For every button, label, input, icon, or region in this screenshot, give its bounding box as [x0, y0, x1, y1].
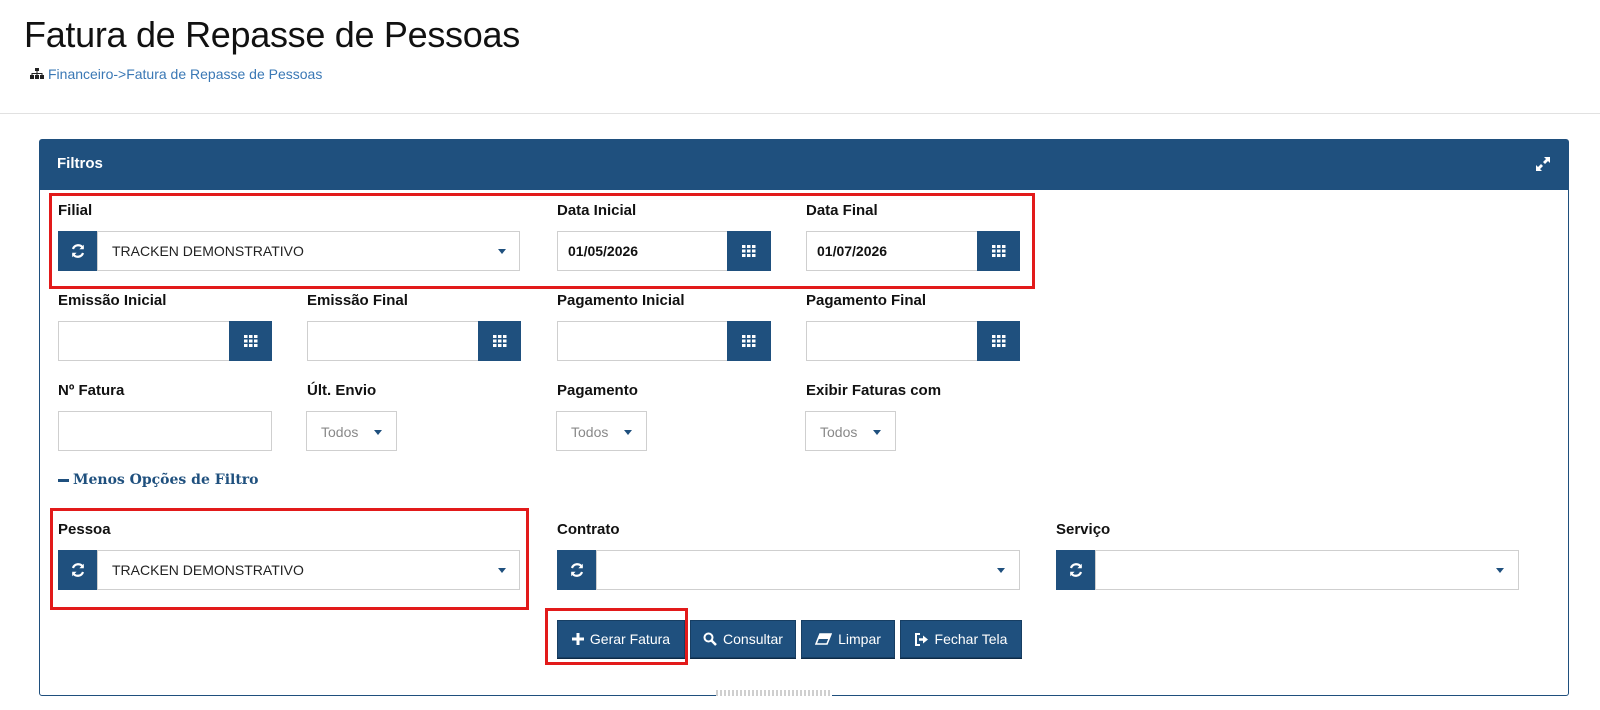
data-final-input[interactable] — [806, 231, 978, 271]
exibir-faturas-label: Exibir Faturas com — [806, 382, 942, 399]
limpar-button[interactable]: Limpar — [801, 620, 895, 658]
emissao-inicial-calendar-button[interactable] — [229, 321, 272, 361]
data-inicial-label: Data Inicial — [557, 202, 637, 219]
chevron-down-icon — [374, 430, 382, 435]
data-inicial-calendar-button[interactable] — [727, 231, 771, 271]
calendar-grid-icon — [492, 335, 506, 347]
sitemap-icon — [30, 68, 44, 79]
limpar-label: Limpar — [838, 631, 881, 647]
page-title: Fatura de Repasse de Pessoas — [24, 14, 520, 55]
servico-select[interactable] — [1095, 550, 1519, 590]
pagamento-value: Todos — [571, 424, 609, 440]
emissao-final-label: Emissão Final — [307, 292, 408, 309]
breadcrumb: Financeiro->Fatura de Repasse de Pessoas — [30, 66, 322, 82]
gerar-fatura-label: Gerar Fatura — [589, 631, 671, 647]
emissao-inicial-input[interactable] — [58, 321, 230, 361]
gerar-fatura-button[interactable]: Gerar Fatura — [557, 620, 685, 658]
pessoa-label: Pessoa — [58, 521, 111, 538]
minus-icon — [58, 478, 69, 482]
pagamento-final-label: Pagamento Final — [806, 292, 927, 309]
emissao-inicial-label: Emissão Inicial — [58, 292, 167, 309]
refresh-icon — [1069, 563, 1083, 577]
exibir-faturas-select[interactable]: Todos — [805, 411, 896, 451]
pagamento-final-input[interactable] — [806, 321, 978, 361]
pagamento-final-calendar-button[interactable] — [977, 321, 1020, 361]
consultar-button[interactable]: Consultar — [690, 620, 796, 658]
ult-envio-select[interactable]: Todos — [306, 411, 397, 451]
refresh-icon — [71, 563, 85, 577]
contrato-label: Contrato — [557, 521, 620, 538]
numero-fatura-label: Nº Fatura — [58, 382, 125, 399]
chevron-down-icon — [873, 430, 881, 435]
consultar-label: Consultar — [723, 631, 783, 647]
filial-refresh-button[interactable] — [58, 231, 98, 271]
chevron-down-icon — [997, 568, 1005, 573]
data-final-calendar-button[interactable] — [977, 231, 1020, 271]
chevron-down-icon — [1496, 568, 1504, 573]
chevron-down-icon — [498, 249, 506, 254]
calendar-grid-icon — [991, 245, 1005, 257]
calendar-grid-icon — [991, 335, 1005, 347]
less-filter-options-toggle[interactable]: Menos Opções de Filtro — [58, 472, 259, 488]
calendar-grid-icon — [742, 335, 756, 347]
pagamento-inicial-label: Pagamento Inicial — [557, 292, 685, 309]
less-filter-options-label: Menos Opções de Filtro — [73, 472, 259, 488]
fechar-tela-label: Fechar Tela — [934, 631, 1008, 647]
sign-out-icon — [914, 632, 928, 646]
filial-label: Filial — [58, 202, 93, 219]
search-icon — [703, 632, 717, 646]
ult-envio-value: Todos — [321, 424, 359, 440]
plus-icon — [571, 633, 584, 645]
chevron-down-icon — [624, 430, 632, 435]
calendar-grid-icon — [742, 245, 756, 257]
pessoa-select[interactable]: TRACKEN DEMONSTRATIVO — [97, 550, 520, 590]
resize-grip[interactable] — [716, 690, 832, 696]
contrato-select[interactable] — [596, 550, 1020, 590]
emissao-final-calendar-button[interactable] — [478, 321, 521, 361]
exibir-faturas-value: Todos — [820, 424, 858, 440]
data-inicial-input[interactable] — [557, 231, 728, 271]
panel-title: Filtros — [57, 155, 103, 172]
pessoa-value: TRACKEN DEMONSTRATIVO — [112, 562, 304, 578]
refresh-icon — [570, 563, 584, 577]
calendar-grid-icon — [243, 335, 257, 347]
header-divider — [0, 113, 1600, 114]
contrato-refresh-button[interactable] — [557, 550, 597, 590]
pagamento-label: Pagamento — [557, 382, 638, 399]
eraser-icon — [815, 633, 833, 645]
panel-header: Filtros — [40, 140, 1568, 190]
emissao-final-input[interactable] — [307, 321, 479, 361]
numero-fatura-input[interactable] — [58, 411, 272, 451]
servico-label: Serviço — [1056, 521, 1111, 538]
refresh-icon — [71, 244, 85, 258]
chevron-down-icon — [498, 568, 506, 573]
pessoa-refresh-button[interactable] — [58, 550, 98, 590]
pagamento-inicial-input[interactable] — [557, 321, 728, 361]
servico-refresh-button[interactable] — [1056, 550, 1096, 590]
data-final-label: Data Final — [806, 202, 878, 219]
fechar-tela-button[interactable]: Fechar Tela — [900, 620, 1022, 658]
filial-value: TRACKEN DEMONSTRATIVO — [112, 243, 304, 259]
pagamento-inicial-calendar-button[interactable] — [727, 321, 771, 361]
filial-select[interactable]: TRACKEN DEMONSTRATIVO — [97, 231, 520, 271]
expand-icon[interactable] — [1534, 155, 1552, 173]
ult-envio-label: Últ. Envio — [307, 382, 377, 399]
breadcrumb-link[interactable]: Financeiro->Fatura de Repasse de Pessoas — [48, 66, 322, 82]
pagamento-select[interactable]: Todos — [556, 411, 647, 451]
